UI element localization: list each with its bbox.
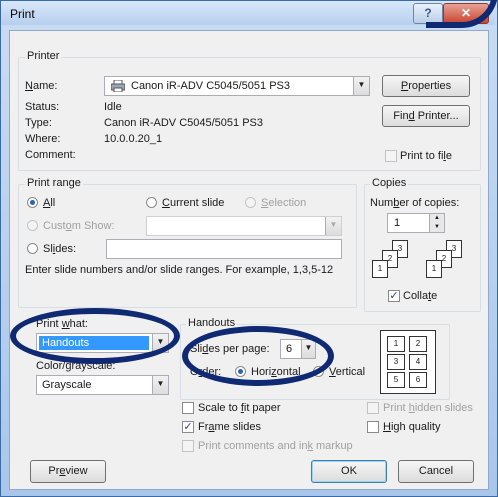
where-value: 10.0.0.20_1: [104, 133, 163, 145]
selection-radio[interactable]: [245, 197, 256, 208]
annotation-ellipse-print-what: [10, 308, 180, 364]
slides-radio[interactable]: [27, 243, 38, 254]
preview-button[interactable]: Preview: [30, 460, 106, 483]
copies-label: Copies: [370, 177, 409, 189]
title-bar[interactable]: Print ? ✕: [1, 1, 495, 25]
high-quality-checkbox[interactable]: [367, 421, 379, 433]
annotation-ellipse-slides-per-page: [182, 326, 334, 386]
color-select[interactable]: Grayscale ▼: [36, 375, 169, 395]
selection-label: Selection: [261, 197, 307, 209]
print-range-label: Print range: [25, 177, 83, 189]
chevron-down-icon[interactable]: ▼: [353, 77, 369, 95]
print-to-file-checkbox[interactable]: [385, 150, 397, 162]
chevron-down-icon[interactable]: ▼: [325, 217, 341, 235]
chevron-down-icon[interactable]: ▼: [152, 376, 168, 394]
type-value: Canon iR-ADV C5045/5051 PS3: [104, 117, 263, 129]
custom-show-radio[interactable]: [27, 220, 38, 231]
handout-layout-preview: 1 2 3 4 5 6: [380, 330, 436, 394]
collate-pages-icon-2: 3 2 1: [426, 240, 466, 284]
scale-to-fit-checkbox[interactable]: [182, 402, 194, 414]
collate-checkbox[interactable]: ✓: [388, 290, 400, 302]
current-slide-radio[interactable]: [146, 197, 157, 208]
color-value: Grayscale: [42, 379, 92, 391]
comment-label: Comment:: [25, 149, 76, 161]
all-radio[interactable]: [27, 197, 38, 208]
print-comments-checkbox[interactable]: [182, 440, 194, 452]
collate-pages-icon-1: 3 2 1: [372, 240, 412, 284]
printer-group-label: Printer: [25, 50, 62, 62]
properties-button[interactable]: Properties: [382, 75, 470, 97]
frame-slides-label: Frame slides: [198, 421, 261, 433]
copies-spinner[interactable]: 1 ▲ ▼: [387, 213, 445, 233]
print-hidden-checkbox[interactable]: [367, 402, 379, 414]
status-label: Status:: [25, 101, 60, 113]
frame-slides-checkbox[interactable]: ✓: [182, 421, 194, 433]
printer-name-label: Name:: [25, 80, 58, 92]
ok-button[interactable]: OK: [311, 460, 387, 483]
collate-label: Collate: [403, 290, 438, 302]
scale-to-fit-label: Scale to fit paper: [198, 402, 281, 414]
printer-icon: [110, 79, 126, 95]
print-comments-label: Print comments and ink markup: [198, 440, 353, 452]
slides-label: Slides:: [43, 243, 77, 255]
status-value: Idle: [104, 101, 122, 113]
slide-range-hint: Enter slide numbers and/or slide ranges.…: [25, 264, 334, 276]
current-slide-label: Current slide: [162, 197, 225, 209]
where-label: Where:: [25, 133, 61, 145]
number-of-copies-label: Number of copies:: [370, 197, 460, 209]
print-to-file-label: Print to file: [400, 150, 452, 162]
high-quality-label: High quality: [383, 421, 441, 433]
type-label: Type:: [25, 117, 52, 129]
custom-show-label: Custom Show:: [43, 220, 115, 232]
copies-value: 1: [394, 217, 401, 229]
slides-input[interactable]: [106, 239, 342, 259]
dialog-title: Print: [10, 7, 35, 21]
all-label: All: [43, 197, 56, 209]
printer-name-select[interactable]: Canon iR-ADV C5045/5051 PS3 ▼: [104, 76, 370, 96]
custom-show-select[interactable]: ▼: [146, 216, 342, 236]
cancel-button[interactable]: Cancel: [398, 460, 474, 483]
spinner-arrows-icon[interactable]: ▲ ▼: [429, 214, 444, 232]
find-printer-button[interactable]: Find Printer...: [382, 105, 470, 127]
printer-name-value: Canon iR-ADV C5045/5051 PS3: [131, 80, 290, 92]
vertical-label: Vertical: [329, 366, 366, 378]
print-hidden-label: Print hidden slides: [383, 402, 473, 414]
